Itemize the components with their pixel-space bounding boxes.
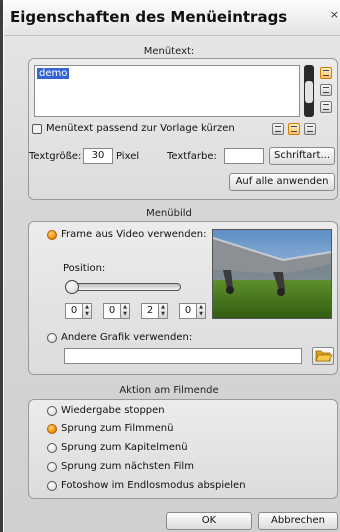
action-label-slideshow-loop: Fotoshow im Endlosmodus abspielen — [61, 480, 246, 491]
action-radio-stop[interactable] — [47, 406, 57, 416]
cancel-button[interactable]: Abbrechen — [258, 512, 338, 530]
position-value[interactable]: 0 — [103, 303, 121, 319]
action-radio-next-film[interactable] — [47, 462, 57, 472]
text-align-right-button[interactable] — [304, 123, 316, 135]
title-bar: Eigenschaften des Menüeintrags × — [4, 0, 340, 36]
align-right-icon — [307, 126, 313, 132]
aktion-section-title: Aktion am Filmende — [119, 385, 219, 396]
frame-from-video-radio[interactable] — [47, 230, 57, 240]
position-value[interactable]: 0 — [179, 303, 197, 319]
align-left-icon — [275, 126, 281, 132]
action-label-chapter-menu: Sprung zum Kapitelmenü — [61, 442, 188, 453]
menutext-selected-text: demo — [37, 68, 70, 79]
folder-icon — [315, 350, 333, 362]
align-bottom-icon — [323, 104, 329, 110]
position-slider[interactable] — [65, 280, 181, 294]
align-center-icon — [291, 126, 297, 132]
action-label-film-menu: Sprung zum Filmmenü — [61, 423, 174, 434]
action-radio-film-menu[interactable] — [47, 424, 57, 434]
spinner-arrows-icon[interactable]: ▲ ▼ — [197, 303, 206, 319]
position-spinner-3[interactable]: 2 ▲ ▼ — [141, 303, 169, 319]
other-graphic-path-input[interactable] — [64, 348, 302, 364]
close-icon[interactable]: × — [330, 8, 339, 21]
shorten-text-checkbox[interactable] — [32, 124, 42, 134]
position-spinner-1[interactable]: 0 ▲ ▼ — [65, 303, 93, 319]
other-graphic-radio[interactable] — [47, 333, 57, 343]
align-middle-icon — [323, 87, 329, 93]
text-align-left-button[interactable] — [272, 123, 284, 135]
text-align-center-button[interactable] — [288, 123, 300, 135]
action-radio-chapter-menu[interactable] — [47, 443, 57, 453]
menutext-textarea[interactable]: demo — [34, 65, 300, 117]
textsize-input[interactable]: 30 — [83, 148, 113, 164]
font-button[interactable]: Schriftart... — [269, 147, 335, 165]
textsize-unit: Pixel — [116, 151, 140, 162]
other-graphic-label: Andere Grafik verwenden: — [61, 332, 193, 343]
scrollbar-thumb[interactable] — [305, 81, 313, 103]
slider-knob[interactable] — [65, 280, 79, 294]
textsize-label: Textgröße: — [29, 151, 82, 162]
action-radio-slideshow-loop[interactable] — [47, 481, 57, 491]
align-top-icon — [323, 70, 329, 76]
text-position-top-button[interactable] — [320, 67, 332, 79]
dialog-title: Eigenschaften des Menüeintrags — [10, 8, 288, 26]
action-label-next-film: Sprung zum nächsten Film — [61, 461, 194, 472]
spinner-arrows-icon[interactable]: ▲ ▼ — [83, 303, 92, 319]
textcolor-label: Textfarbe: — [167, 151, 217, 162]
apply-all-button[interactable]: Auf alle anwenden — [229, 173, 335, 191]
spinner-arrows-icon[interactable]: ▲ ▼ — [121, 303, 130, 319]
text-position-bottom-button[interactable] — [320, 101, 332, 113]
spinner-arrows-icon[interactable]: ▲ ▼ — [159, 303, 168, 319]
position-spinner-4[interactable]: 0 ▲ ▼ — [179, 303, 207, 319]
menutext-scrollbar[interactable] — [304, 65, 314, 117]
position-spinner-2[interactable]: 0 ▲ ▼ — [103, 303, 131, 319]
video-frame-thumbnail — [212, 229, 332, 319]
position-value[interactable]: 0 — [65, 303, 83, 319]
frame-from-video-label: Frame aus Video verwenden: — [61, 229, 207, 240]
ok-button[interactable]: OK — [166, 512, 252, 530]
shorten-text-label: Menütext passend zur Vorlage kürzen — [46, 123, 235, 134]
browse-button[interactable] — [312, 347, 334, 365]
menubild-section-title: Menübild — [146, 208, 192, 219]
textcolor-swatch[interactable] — [224, 148, 264, 164]
menu-entry-properties-dialog: Eigenschaften des Menüeintrags × Menütex… — [3, 0, 340, 532]
menutext-section-title: Menütext: — [143, 46, 195, 57]
position-label: Position: — [63, 263, 106, 274]
text-position-middle-button[interactable] — [320, 84, 332, 96]
airplane-frame-image — [213, 230, 331, 318]
action-label-stop: Wiedergabe stoppen — [61, 405, 165, 416]
position-value[interactable]: 2 — [141, 303, 159, 319]
